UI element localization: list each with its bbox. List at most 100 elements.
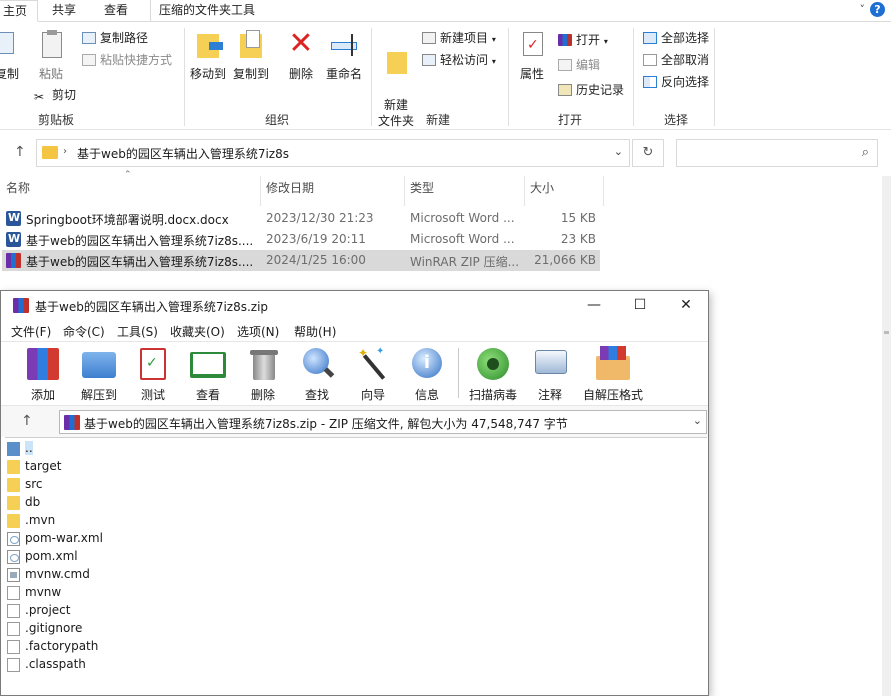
item-name: src — [25, 477, 43, 491]
collapse-ribbon-icon[interactable]: ˅ — [860, 3, 866, 16]
copy-to-button[interactable]: 复制到 — [231, 28, 271, 82]
select-group-label: 选择 — [664, 113, 689, 127]
edit-button[interactable]: 编辑 — [558, 56, 600, 74]
column-header-type[interactable]: 类型 — [410, 176, 434, 200]
chevron-down-icon[interactable]: ⌄ — [614, 145, 623, 158]
tab-compressed-folder-tools[interactable]: 压缩的文件夹工具 — [150, 0, 263, 22]
clipboard-group-label: 剪贴板 — [38, 113, 75, 127]
virus-scan-bug-icon — [474, 346, 512, 382]
properties-icon: ✓ — [517, 28, 547, 62]
virus-scan-button[interactable]: 扫描病毒 — [467, 346, 519, 403]
up-arrow-icon[interactable]: ↑ — [14, 144, 26, 160]
copy-button[interactable]: 复制 — [0, 28, 22, 82]
item-name: .project — [25, 603, 71, 617]
find-button[interactable]: 查找 — [297, 346, 337, 403]
copy-icon — [0, 28, 22, 62]
invert-selection-button[interactable]: 反向选择 — [643, 73, 709, 91]
delete-archive-button[interactable]: 删除 — [245, 346, 281, 403]
breadcrumb-chevron-icon[interactable]: › — [63, 146, 67, 157]
history-icon — [558, 84, 572, 96]
item-name: .gitignore — [25, 621, 83, 635]
chevron-down-icon[interactable]: ⌄ — [693, 414, 702, 427]
winrar-path-bar: ↑ 基于web的园区车辆出入管理系统7iz8s.zip - ZIP 压缩文件, … — [1, 405, 708, 437]
new-folder-button[interactable]: 新建 文件夹 — [376, 28, 416, 129]
chevron-down-icon: ▾ — [491, 57, 496, 66]
extract-to-button[interactable]: 解压到 — [77, 346, 121, 403]
file-type: Microsoft Word ... — [410, 232, 515, 246]
ribbon-separator — [184, 28, 185, 126]
test-label: 测试 — [140, 388, 165, 402]
select-none-icon — [643, 54, 657, 66]
menu-commands[interactable]: 命令(C) — [63, 323, 105, 340]
column-divider[interactable] — [524, 176, 525, 206]
test-button[interactable]: ✓ 测试 — [133, 346, 173, 403]
column-divider[interactable] — [260, 176, 261, 206]
tab-share[interactable]: 共享 — [44, 0, 84, 22]
column-header-name[interactable]: 名称 — [6, 176, 30, 200]
xml-file-icon — [7, 550, 20, 564]
view-button[interactable]: 查看 — [187, 346, 229, 403]
ribbon-separator — [714, 28, 715, 126]
file-row[interactable]: 基于web的园区车辆出入管理系统7iz8s.... 2023/6/19 20:1… — [2, 229, 600, 250]
paste-shortcut-button[interactable]: 粘贴快捷方式 — [82, 51, 172, 69]
wizard-button[interactable]: ✦ ✦ 向导 — [353, 346, 393, 403]
move-to-label: 移动到 — [189, 67, 226, 81]
sfx-button[interactable]: 自解压格式 — [583, 346, 643, 403]
refresh-button[interactable]: ↻ — [632, 139, 664, 167]
comment-label: 注释 — [537, 388, 562, 402]
info-button[interactable]: i 信息 — [407, 346, 447, 403]
easy-access-button[interactable]: 轻松访问 ▾ — [422, 51, 496, 69]
minimize-button[interactable]: — — [571, 291, 617, 321]
winrar-title-bar[interactable]: 基于web的园区车辆出入管理系统7iz8s.zip — ☐ ✕ — [1, 291, 708, 321]
search-icon: ⌕ — [861, 145, 869, 160]
tab-home[interactable]: 主页 — [0, 0, 38, 22]
column-divider[interactable] — [404, 176, 405, 206]
rename-button[interactable]: 重命名 — [324, 28, 364, 82]
help-icon[interactable]: ? — [870, 2, 885, 17]
invert-selection-label: 反向选择 — [661, 75, 710, 89]
open-button[interactable]: 打开 ▾ — [558, 31, 608, 49]
new-item-button[interactable]: 新建项目 ▾ — [422, 29, 496, 47]
archive-path-dropdown[interactable]: 基于web的园区车辆出入管理系统7iz8s.zip - ZIP 压缩文件, 解包… — [59, 410, 707, 434]
menu-options[interactable]: 选项(N) — [237, 323, 279, 340]
clipboard-icon — [36, 28, 66, 62]
scroll-thumb[interactable] — [884, 331, 889, 334]
paste-shortcut-icon — [82, 54, 96, 66]
delete-button[interactable]: ✕ 删除 — [286, 28, 316, 82]
column-header-size[interactable]: 大小 — [530, 176, 554, 200]
add-archive-icon — [24, 346, 62, 382]
menu-favorites[interactable]: 收藏夹(O) — [170, 323, 225, 340]
menu-help[interactable]: 帮助(H) — [294, 323, 336, 340]
comment-button[interactable]: 注释 — [532, 346, 568, 403]
select-all-button[interactable]: 全部选择 — [643, 29, 709, 47]
close-button[interactable]: ✕ — [663, 291, 709, 321]
wizard-label: 向导 — [360, 388, 385, 402]
item-name: .classpath — [25, 657, 86, 671]
maximize-button[interactable]: ☐ — [617, 291, 663, 321]
column-divider[interactable] — [603, 176, 604, 206]
cut-button[interactable]: ✂ 剪切 — [34, 86, 76, 104]
move-to-button[interactable]: 移动到 — [188, 28, 228, 82]
file-row[interactable]: Springboot环境部署说明.docx.docx 2023/12/30 21… — [2, 208, 600, 229]
menu-tools[interactable]: 工具(S) — [117, 323, 158, 340]
menu-file[interactable]: 文件(F) — [11, 323, 51, 340]
address-bar[interactable]: › 基于web的园区车辆出入管理系统7iz8s ⌄ — [36, 139, 630, 167]
open-label: 打开 — [576, 33, 601, 47]
column-header-date[interactable]: 修改日期 — [266, 176, 314, 200]
easy-access-icon — [422, 54, 436, 66]
explorer-scrollbar[interactable] — [882, 176, 891, 696]
properties-button[interactable]: ✓ 属性 — [514, 28, 550, 82]
sfx-label: 自解压格式 — [583, 388, 644, 402]
minimize-icon: — — [587, 297, 601, 313]
search-input[interactable]: ⌕ — [676, 139, 878, 167]
history-button[interactable]: 历史记录 — [558, 81, 624, 99]
up-arrow-icon[interactable]: ↑ — [21, 413, 33, 429]
paste-button[interactable]: 粘贴 — [34, 28, 68, 82]
copy-path-button[interactable]: 复制路径 — [82, 29, 148, 47]
file-row-selected[interactable]: 基于web的园区车辆出入管理系统7iz8s.... 2024/1/25 16:0… — [2, 250, 600, 271]
move-to-icon — [193, 28, 223, 62]
organize-group-label: 组织 — [265, 113, 290, 127]
add-button[interactable]: 添加 — [23, 346, 63, 403]
select-none-button[interactable]: 全部取消 — [643, 51, 709, 69]
tab-view[interactable]: 查看 — [96, 0, 136, 22]
